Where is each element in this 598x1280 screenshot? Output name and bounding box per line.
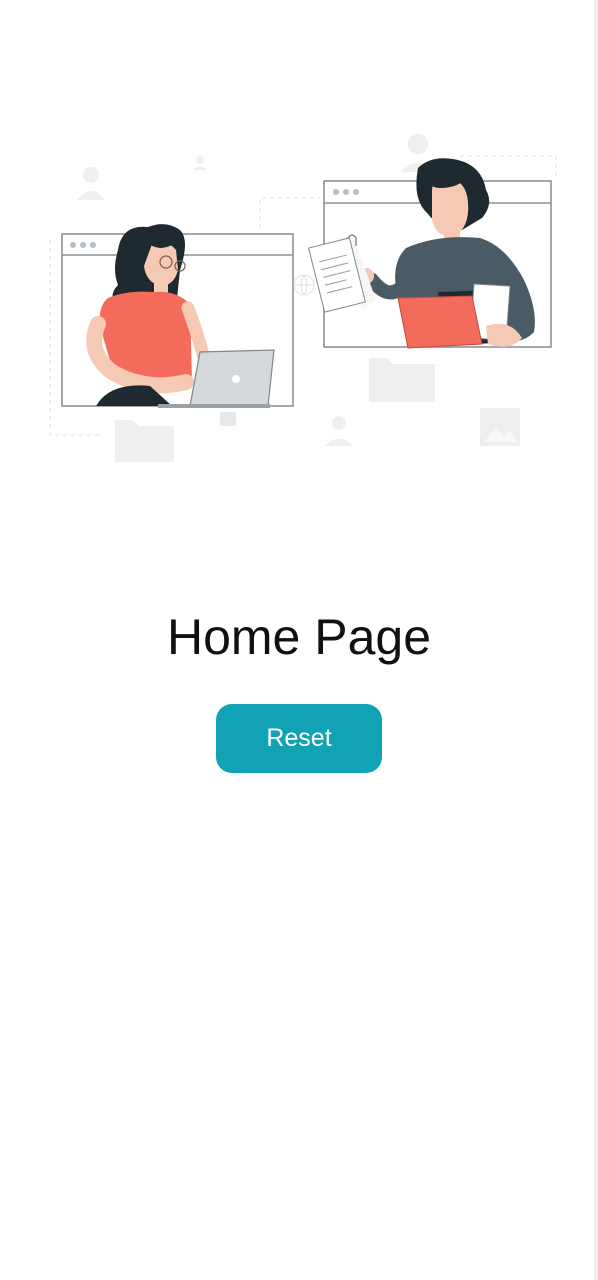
page-title: Home Page [166,609,432,665]
remote-collaboration-illustration [49,134,557,462]
globe-icon [293,274,315,296]
reset-button[interactable]: Reset [216,704,382,773]
